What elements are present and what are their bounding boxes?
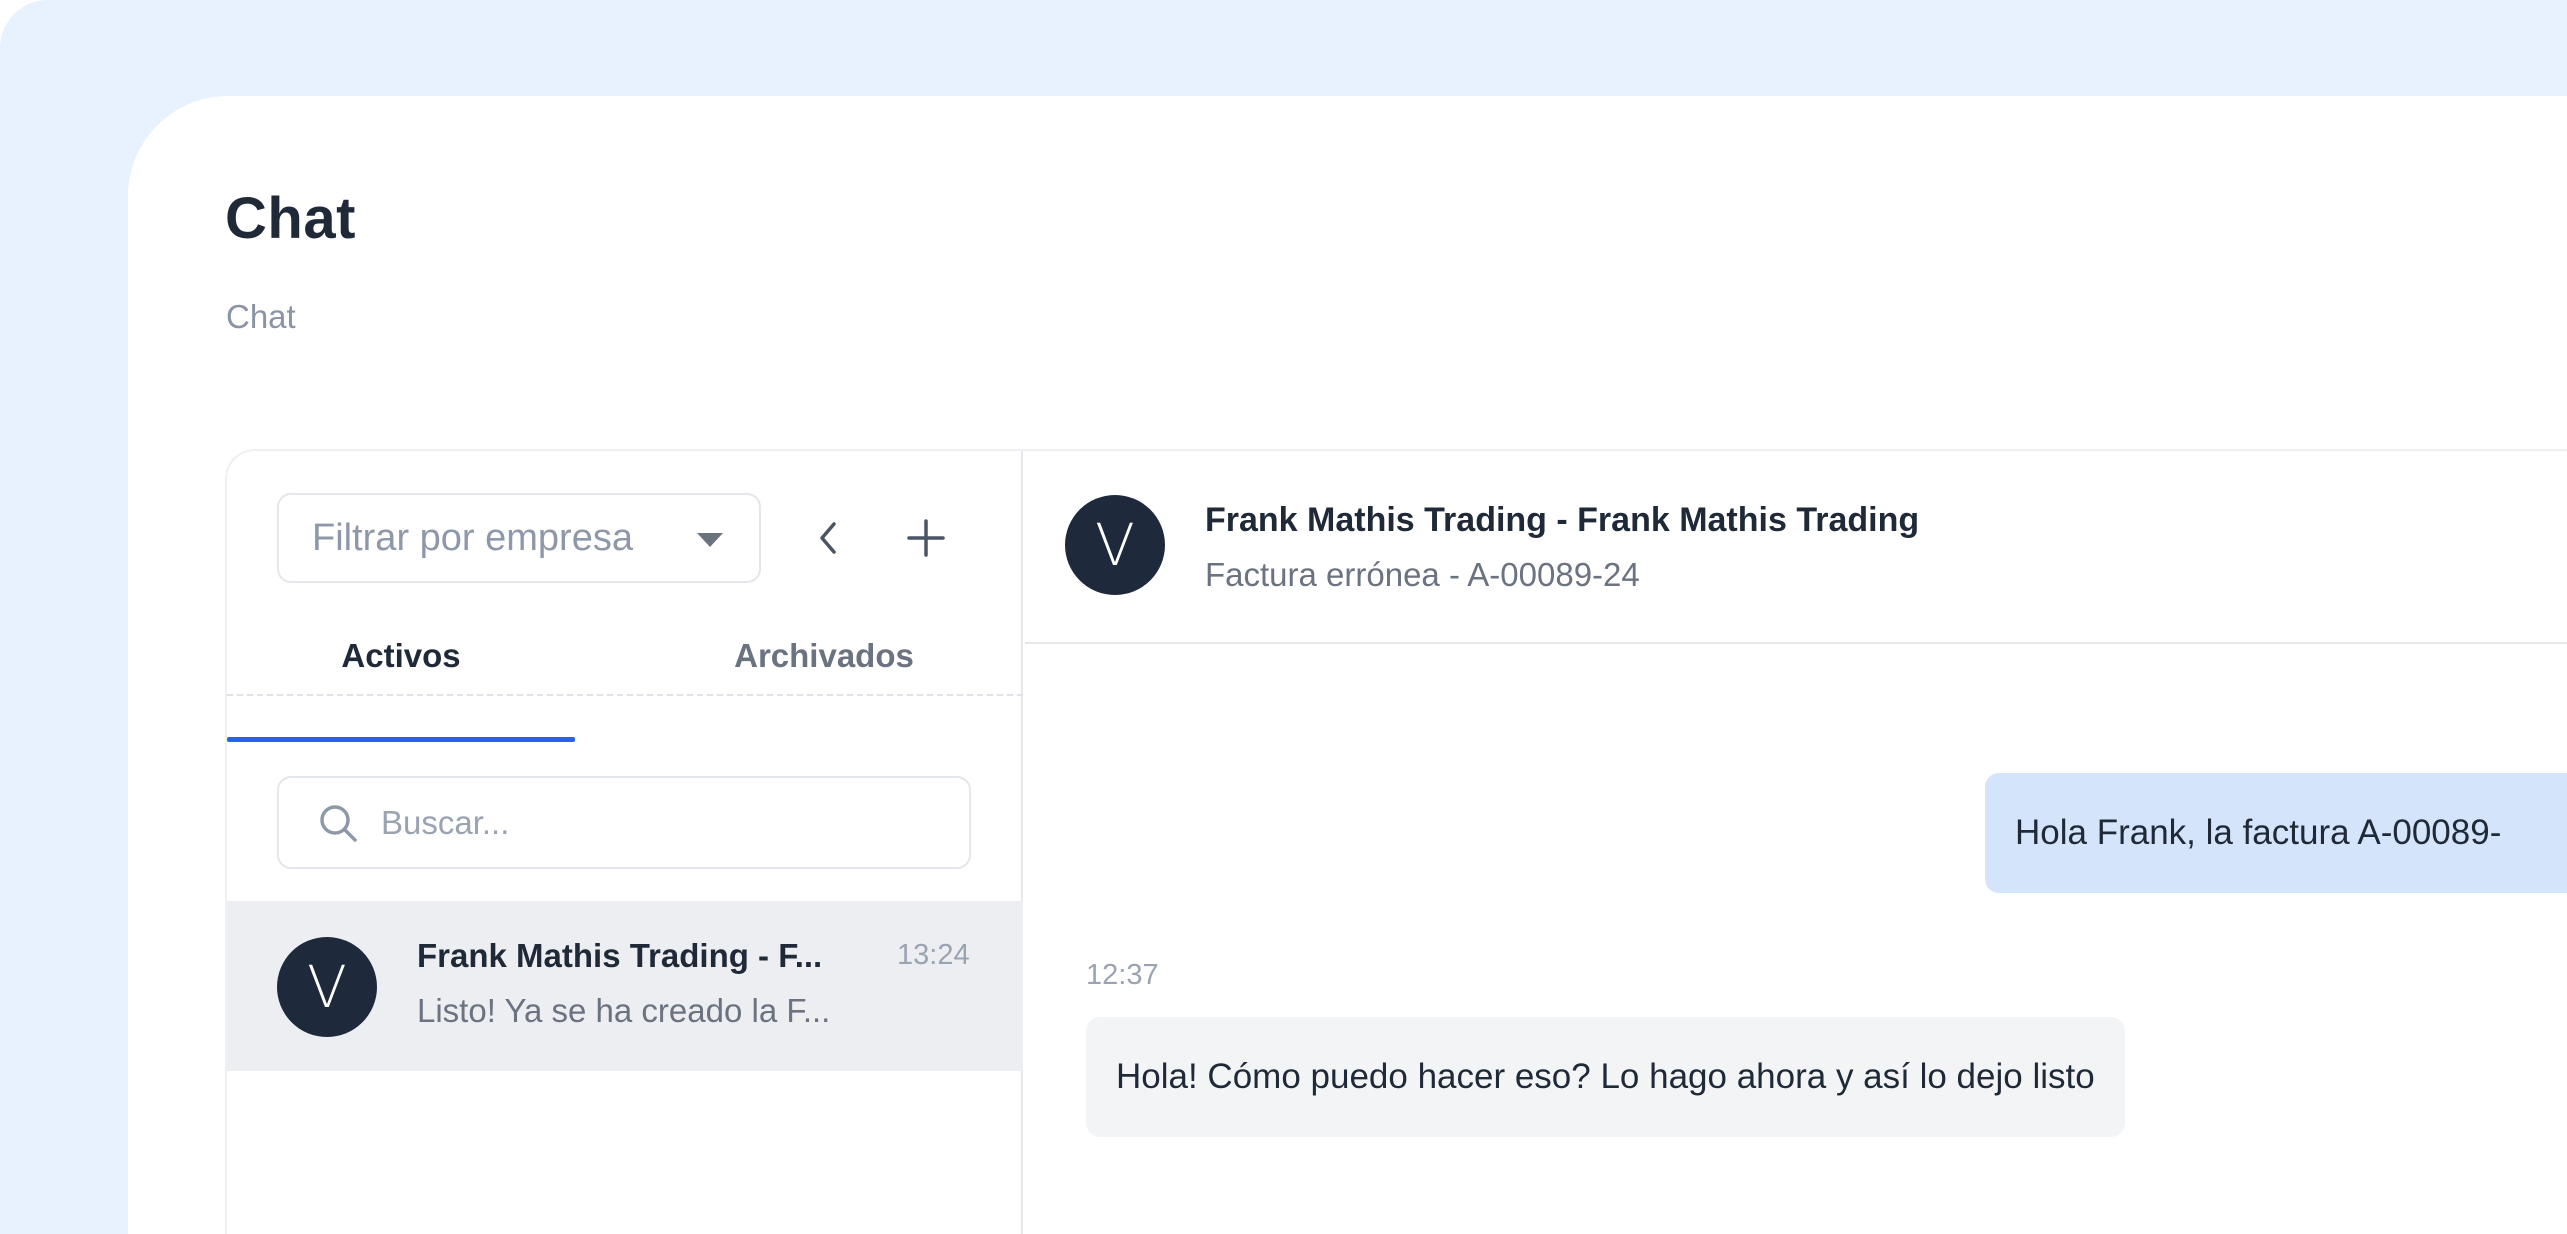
- conversation-view: V Frank Mathis Trading - Frank Mathis Tr…: [1025, 451, 2567, 1234]
- conversation-search[interactable]: [277, 776, 971, 869]
- outgoing-message: Hola Frank, la factura A-00089-: [1985, 773, 2567, 893]
- search-input[interactable]: [381, 803, 941, 842]
- conversation-name: Frank Mathis Trading - F...: [417, 937, 823, 974]
- breadcrumb[interactable]: Chat: [226, 298, 296, 336]
- conversation-sidebar: Filtrar por empresa Activos Archivados B…: [227, 451, 1023, 1234]
- conversation-header: V Frank Mathis Trading - Frank Mathis Tr…: [1025, 451, 2567, 644]
- new-chat-button[interactable]: [896, 508, 956, 568]
- conversation-title: Frank Mathis Trading - Frank Mathis Trad…: [1205, 501, 1920, 539]
- tab-activos[interactable]: Activos: [227, 616, 575, 696]
- avatar: V: [277, 937, 377, 1037]
- contact-avatar: V: [1065, 495, 1165, 595]
- caret-down-icon: [697, 533, 723, 547]
- page-title: Chat: [225, 186, 356, 251]
- search-icon: [320, 804, 357, 842]
- company-filter-placeholder: Filtrar por empresa: [312, 516, 633, 559]
- collapse-button[interactable]: [798, 508, 858, 568]
- conversation-tabs: Activos Archivados: [227, 616, 1023, 696]
- chevron-left-icon: [820, 522, 836, 554]
- conversation-subtitle: Factura errónea - A-00089-24: [1205, 556, 1640, 593]
- chat-panel: Filtrar por empresa Activos Archivados B…: [225, 449, 2567, 1234]
- conversation-list-item[interactable]: V Frank Mathis Trading - F... 13:24 List…: [227, 901, 1023, 1071]
- message-time: 12:37: [1086, 959, 1159, 991]
- incoming-message: Hola! Cómo puedo hacer eso? Lo hago ahor…: [1086, 1017, 2125, 1137]
- plus-icon: [907, 519, 945, 557]
- conversation-preview: Listo! Ya se ha creado la F...: [417, 992, 831, 1029]
- active-tab-indicator: [227, 737, 575, 742]
- conversation-time: 13:24: [897, 939, 970, 971]
- tab-archivados[interactable]: Archivados: [625, 616, 1023, 696]
- company-filter-select[interactable]: Filtrar por empresa: [277, 493, 761, 583]
